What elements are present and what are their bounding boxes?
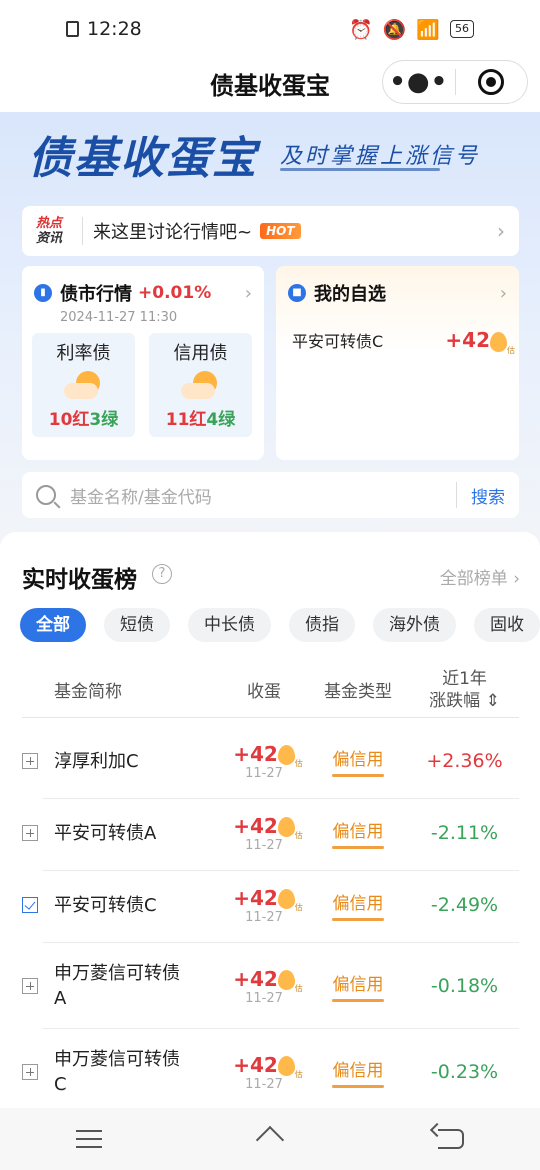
mute-icon: 🔕: [382, 18, 407, 41]
table-row[interactable]: 平安可转债A +42 估 11-27 偏信用 -2.11%: [22, 810, 519, 856]
table-row[interactable]: 平安可转债C +42 估 11-27 偏信用 -2.49%: [22, 882, 519, 928]
slogan-underline: [280, 168, 440, 171]
status-time: 12:28: [87, 18, 142, 40]
search-divider: [456, 482, 457, 508]
home-icon[interactable]: [254, 1128, 286, 1150]
col-type: 基金类型: [324, 682, 392, 702]
bookmark-icon: ■: [288, 284, 306, 302]
system-nav-bar: [0, 1108, 540, 1170]
search-bar[interactable]: 基金名称/基金代码 搜索: [22, 472, 519, 518]
row-divider: [42, 798, 519, 799]
mini-program-capsule: •●•: [382, 60, 528, 104]
col-earn: 收蛋: [247, 682, 281, 702]
watchlist-title: 我的自选: [314, 284, 386, 305]
alarm-icon: ⏰: [348, 18, 373, 41]
help-icon[interactable]: ?: [152, 564, 172, 584]
row-divider: [42, 870, 519, 871]
hot-badge: HOT: [260, 223, 301, 239]
market-title: 债市行情: [60, 284, 132, 305]
table-row[interactable]: 淳厚利加C +42 估 11-27 偏信用 +2.36%: [22, 738, 519, 784]
news-banner[interactable]: 热点 资讯 来这里讨论行情吧~ HOT ›: [22, 206, 519, 256]
add-watch-checkbox[interactable]: [22, 897, 38, 913]
egg-icon: 估: [277, 1056, 303, 1079]
news-divider: [82, 217, 83, 245]
col-name: 基金简称: [54, 682, 122, 702]
row-divider: [42, 942, 519, 943]
market-card[interactable]: ▮ 债市行情 +0.01% › 2024-11-27 11:30 利率债 10红…: [22, 266, 264, 460]
tab-short-bond[interactable]: 短债: [104, 608, 170, 642]
row-divider: [42, 1028, 519, 1029]
egg-icon: 估: [277, 817, 303, 840]
more-icon[interactable]: •●•: [383, 69, 455, 95]
add-watch-checkbox[interactable]: [22, 978, 38, 994]
add-watch-checkbox[interactable]: [22, 1064, 38, 1080]
market-change: +0.01%: [138, 283, 212, 303]
market-item-credit-bond[interactable]: 信用债 11红4绿: [149, 333, 252, 437]
search-button[interactable]: 搜索: [471, 483, 505, 508]
tab-fixed-income[interactable]: 固收: [474, 608, 540, 642]
egg-icon: 估: [277, 889, 303, 912]
table-header: 基金简称 收蛋 基金类型 近1年 涨跌幅 ⇕: [22, 662, 519, 718]
status-bar: 12:28 ⏰ 🔕 📶 56: [0, 0, 540, 58]
all-rankings-link[interactable]: 全部榜单 ›: [440, 564, 520, 589]
egg-icon: 估: [277, 745, 303, 768]
tab-bond-index[interactable]: 债指: [289, 608, 355, 642]
table-row[interactable]: 申万菱信可转债A +42 估 11-27 偏信用 -0.18%: [22, 960, 519, 1012]
sunny-cloud-icon: [63, 371, 104, 401]
watchlist-item[interactable]: 平安可转债C +42 估: [276, 306, 519, 355]
add-watch-checkbox[interactable]: [22, 825, 38, 841]
add-watch-checkbox[interactable]: [22, 753, 38, 769]
market-item-rate-bond[interactable]: 利率债 10红3绿: [32, 333, 135, 437]
chevron-right-icon: ›: [497, 219, 505, 243]
brand-logo: 债基收蛋宝: [28, 133, 258, 184]
back-icon[interactable]: [438, 1129, 464, 1149]
chevron-right-icon: ›: [499, 282, 507, 304]
search-input[interactable]: 基金名称/基金代码: [70, 483, 212, 508]
chart-icon: ▮: [34, 284, 52, 302]
egg-icon: 估: [490, 331, 515, 355]
category-tabs: 全部 短债 中长债 债指 海外债 固收: [20, 608, 540, 642]
wifi-icon: 📶: [416, 18, 440, 41]
watchlist-card[interactable]: ■ 我的自选 › 平安可转债C +42 估: [276, 266, 519, 460]
news-text: 来这里讨论行情吧~: [93, 222, 253, 243]
tab-mid-long-bond[interactable]: 中长债: [188, 608, 271, 642]
close-button[interactable]: [456, 69, 528, 95]
market-time: 2024-11-27 11:30: [60, 310, 178, 325]
table-row[interactable]: 申万菱信可转债C +42 估 11-27 偏信用 -0.23%: [22, 1046, 519, 1098]
close-icon: [478, 69, 505, 95]
nav-bar: 债基收蛋宝 •●•: [0, 58, 540, 112]
egg-icon: 估: [277, 970, 303, 993]
tab-overseas-bond[interactable]: 海外债: [373, 608, 456, 642]
tab-all[interactable]: 全部: [20, 608, 86, 642]
sim-icon: [66, 21, 79, 37]
chevron-right-icon: ›: [244, 282, 252, 304]
ranking-title: 实时收蛋榜: [22, 567, 137, 593]
brand-slogan: 及时掌握上涨信号: [280, 144, 481, 169]
col-change-sort[interactable]: 近1年 涨跌幅 ⇕: [410, 668, 519, 712]
news-tag: 热点 资讯: [36, 216, 63, 246]
sunny-cloud-icon: [180, 371, 221, 401]
search-icon: [36, 485, 56, 505]
battery-icon: 56: [450, 20, 474, 38]
menu-icon[interactable]: [76, 1130, 102, 1148]
